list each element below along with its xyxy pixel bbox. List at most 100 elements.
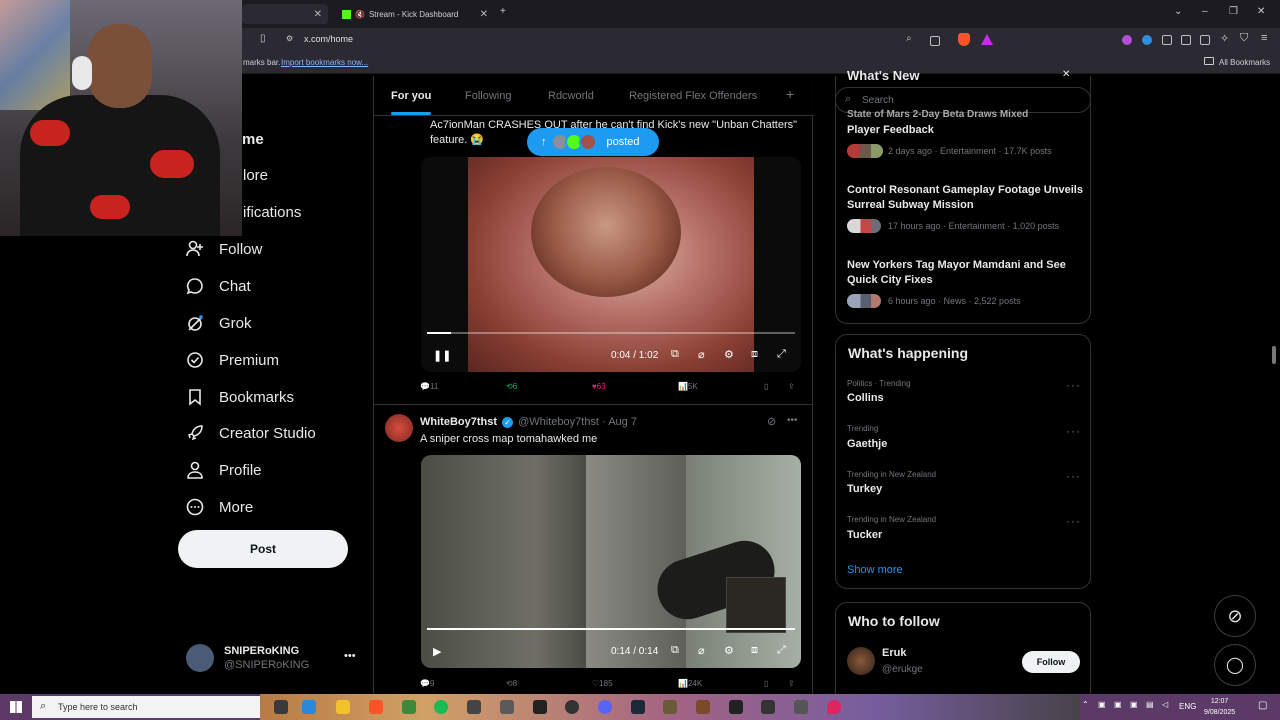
trend-more-icon[interactable]: ··· xyxy=(1066,469,1081,483)
task-view-icon[interactable] xyxy=(274,700,288,714)
game-icon[interactable] xyxy=(696,700,710,714)
account-more-icon[interactable]: ••• xyxy=(344,650,356,662)
video-player[interactable]: ❚❚ 0:04 / 1:02 ⧉ ⌀ ⚙ ⧈ ⤢ xyxy=(421,157,801,372)
import-bookmarks-link[interactable]: Import bookmarks now... xyxy=(281,58,368,67)
taskbar-search-input[interactable]: ⌕ Type here to search xyxy=(32,696,260,718)
post-button[interactable]: Post xyxy=(178,530,348,568)
minimize-icon[interactable]: – xyxy=(1202,6,1208,17)
nav-bookmarks[interactable]: Bookmarks xyxy=(186,384,294,410)
brave-shield-icon[interactable] xyxy=(958,33,970,46)
like-button[interactable]: ♥ 63 xyxy=(592,382,606,391)
video-progress[interactable] xyxy=(427,332,795,334)
views-button[interactable]: 📊 5K xyxy=(678,382,698,391)
bookmark-icon[interactable]: ▯ xyxy=(764,382,768,391)
grok-icon[interactable]: ⊘ xyxy=(767,415,776,428)
discord-icon[interactable] xyxy=(598,700,612,714)
url-text[interactable]: x.com/home xyxy=(304,34,353,44)
tab-list-icon[interactable]: ⌄ xyxy=(1174,6,1182,17)
file-explorer-icon[interactable] xyxy=(336,700,350,714)
all-bookmarks-button[interactable]: All Bookmarks xyxy=(1219,58,1270,67)
author-handle[interactable]: @Whiteboy7thst xyxy=(518,416,599,428)
account-switcher[interactable]: SNIPERoKING @SNIPERoKING ••• xyxy=(186,644,356,672)
tab-following[interactable]: Following xyxy=(465,90,511,102)
extensions-icon[interactable] xyxy=(1162,35,1172,45)
clock[interactable]: 12:07 9/08/2025 xyxy=(1204,696,1235,718)
trend-name[interactable]: Turkey xyxy=(847,483,882,495)
news-title[interactable]: Player Feedback xyxy=(847,123,1083,138)
nav-follow[interactable]: Follow xyxy=(186,236,262,262)
nav-creator-studio[interactable]: Creator Studio xyxy=(186,420,316,446)
bookmark-icon[interactable]: ▯ xyxy=(764,679,768,688)
tray-expand-icon[interactable]: ⌃ xyxy=(1082,700,1089,709)
app-icon[interactable] xyxy=(794,700,808,714)
tab-for-you[interactable]: For you xyxy=(391,90,432,115)
nav-premium[interactable]: Premium xyxy=(186,347,279,373)
reply-button[interactable]: 💬 11 xyxy=(420,382,438,391)
news-title-partial[interactable]: State of Mars 2-Day Beta Draws Mixed xyxy=(847,108,1083,121)
brave-icon[interactable] xyxy=(369,700,383,714)
pip-icon[interactable]: ⧈ xyxy=(751,644,758,657)
ext-purple-icon[interactable] xyxy=(1122,35,1132,45)
settings-icon[interactable]: ⚙ xyxy=(724,644,734,657)
scrollbar[interactable] xyxy=(1272,346,1276,364)
app-icon[interactable] xyxy=(467,700,481,714)
chat-fab[interactable]: ◯ xyxy=(1214,644,1256,686)
app-icon[interactable] xyxy=(729,700,743,714)
avatar[interactable] xyxy=(847,647,875,675)
new-posts-pill[interactable]: ↑ posted xyxy=(527,128,659,156)
author-name[interactable]: WhiteBoy7thst xyxy=(420,416,497,428)
tweet-more-icon[interactable]: ••• xyxy=(787,415,798,426)
tray-app-icon[interactable]: ▣ xyxy=(1114,700,1122,709)
close-window-icon[interactable]: ✕ xyxy=(1257,6,1265,17)
nav-notifications-partial[interactable]: ifications xyxy=(243,204,301,221)
reply-button[interactable]: 💬 9 xyxy=(420,679,434,688)
mute-icon[interactable]: ⌀ xyxy=(698,644,705,657)
cast-icon[interactable] xyxy=(930,36,940,46)
notifications-icon[interactable]: ▢ xyxy=(1258,700,1267,711)
nav-home-partial[interactable]: me xyxy=(242,131,264,148)
network-icon[interactable]: ▤ xyxy=(1146,700,1154,709)
nav-grok[interactable]: Grok xyxy=(186,310,252,336)
captions-icon[interactable]: ⧉ xyxy=(671,348,679,361)
bookmark-page-icon[interactable]: ▯ xyxy=(260,33,266,44)
tab-registered-flex-offenders[interactable]: Registered Flex Offenders xyxy=(629,90,757,102)
play-icon[interactable]: ▶ xyxy=(433,645,441,658)
language-indicator[interactable]: ENG xyxy=(1179,702,1196,711)
views-button[interactable]: 📊 24K xyxy=(678,679,702,688)
vpn-icon[interactable]: ⛉ xyxy=(1240,32,1248,45)
maximize-icon[interactable]: ❐ xyxy=(1229,6,1238,17)
nav-more[interactable]: More xyxy=(186,494,253,520)
spotify-icon[interactable] xyxy=(434,700,448,714)
follow-button[interactable]: Follow xyxy=(1022,651,1080,673)
share-icon[interactable]: ⇪ xyxy=(788,679,795,688)
tab-rdcworld[interactable]: Rdcworld xyxy=(548,90,594,102)
pip-icon[interactable]: ⧈ xyxy=(751,348,758,361)
zoom-icon[interactable]: ⌕ xyxy=(906,33,912,44)
app-icon[interactable] xyxy=(402,700,416,714)
close-icon[interactable]: ✕ xyxy=(1062,69,1070,80)
tab-x-home[interactable]: ✕ xyxy=(242,4,328,24)
new-tab-icon[interactable]: + xyxy=(500,6,506,17)
menu-icon[interactable]: ≡ xyxy=(1261,32,1267,44)
leo-icon[interactable]: ✧ xyxy=(1220,32,1229,45)
fullscreen-icon[interactable]: ⤢ xyxy=(777,348,786,361)
app-icon[interactable] xyxy=(827,700,841,714)
nav-chat[interactable]: Chat xyxy=(186,273,251,299)
tweet-date[interactable]: Aug 7 xyxy=(608,416,637,428)
share-icon[interactable]: ⇪ xyxy=(788,382,795,391)
mute-icon[interactable]: ⌀ xyxy=(698,348,705,361)
suggest-name[interactable]: Eruk xyxy=(882,647,906,659)
settings-icon[interactable]: ⚙ xyxy=(724,348,734,361)
windows-start-icon[interactable] xyxy=(10,701,22,713)
tray-app-icon[interactable]: ▣ xyxy=(1130,700,1138,709)
trend-name[interactable]: Collins xyxy=(847,392,884,404)
trend-name[interactable]: Tucker xyxy=(847,529,882,541)
avatar[interactable] xyxy=(385,414,413,442)
video-player[interactable]: ▶ 0:14 / 0:14 ⧉ ⌀ ⚙ ⧈ ⤢ xyxy=(421,455,801,668)
volume-icon[interactable]: ◁ xyxy=(1162,700,1168,709)
nav-profile[interactable]: Profile xyxy=(186,457,262,483)
show-more-link[interactable]: Show more xyxy=(847,564,903,576)
ext-blue-icon[interactable] xyxy=(1142,35,1152,45)
rewards-icon[interactable] xyxy=(981,34,993,45)
app-icon[interactable] xyxy=(500,700,514,714)
